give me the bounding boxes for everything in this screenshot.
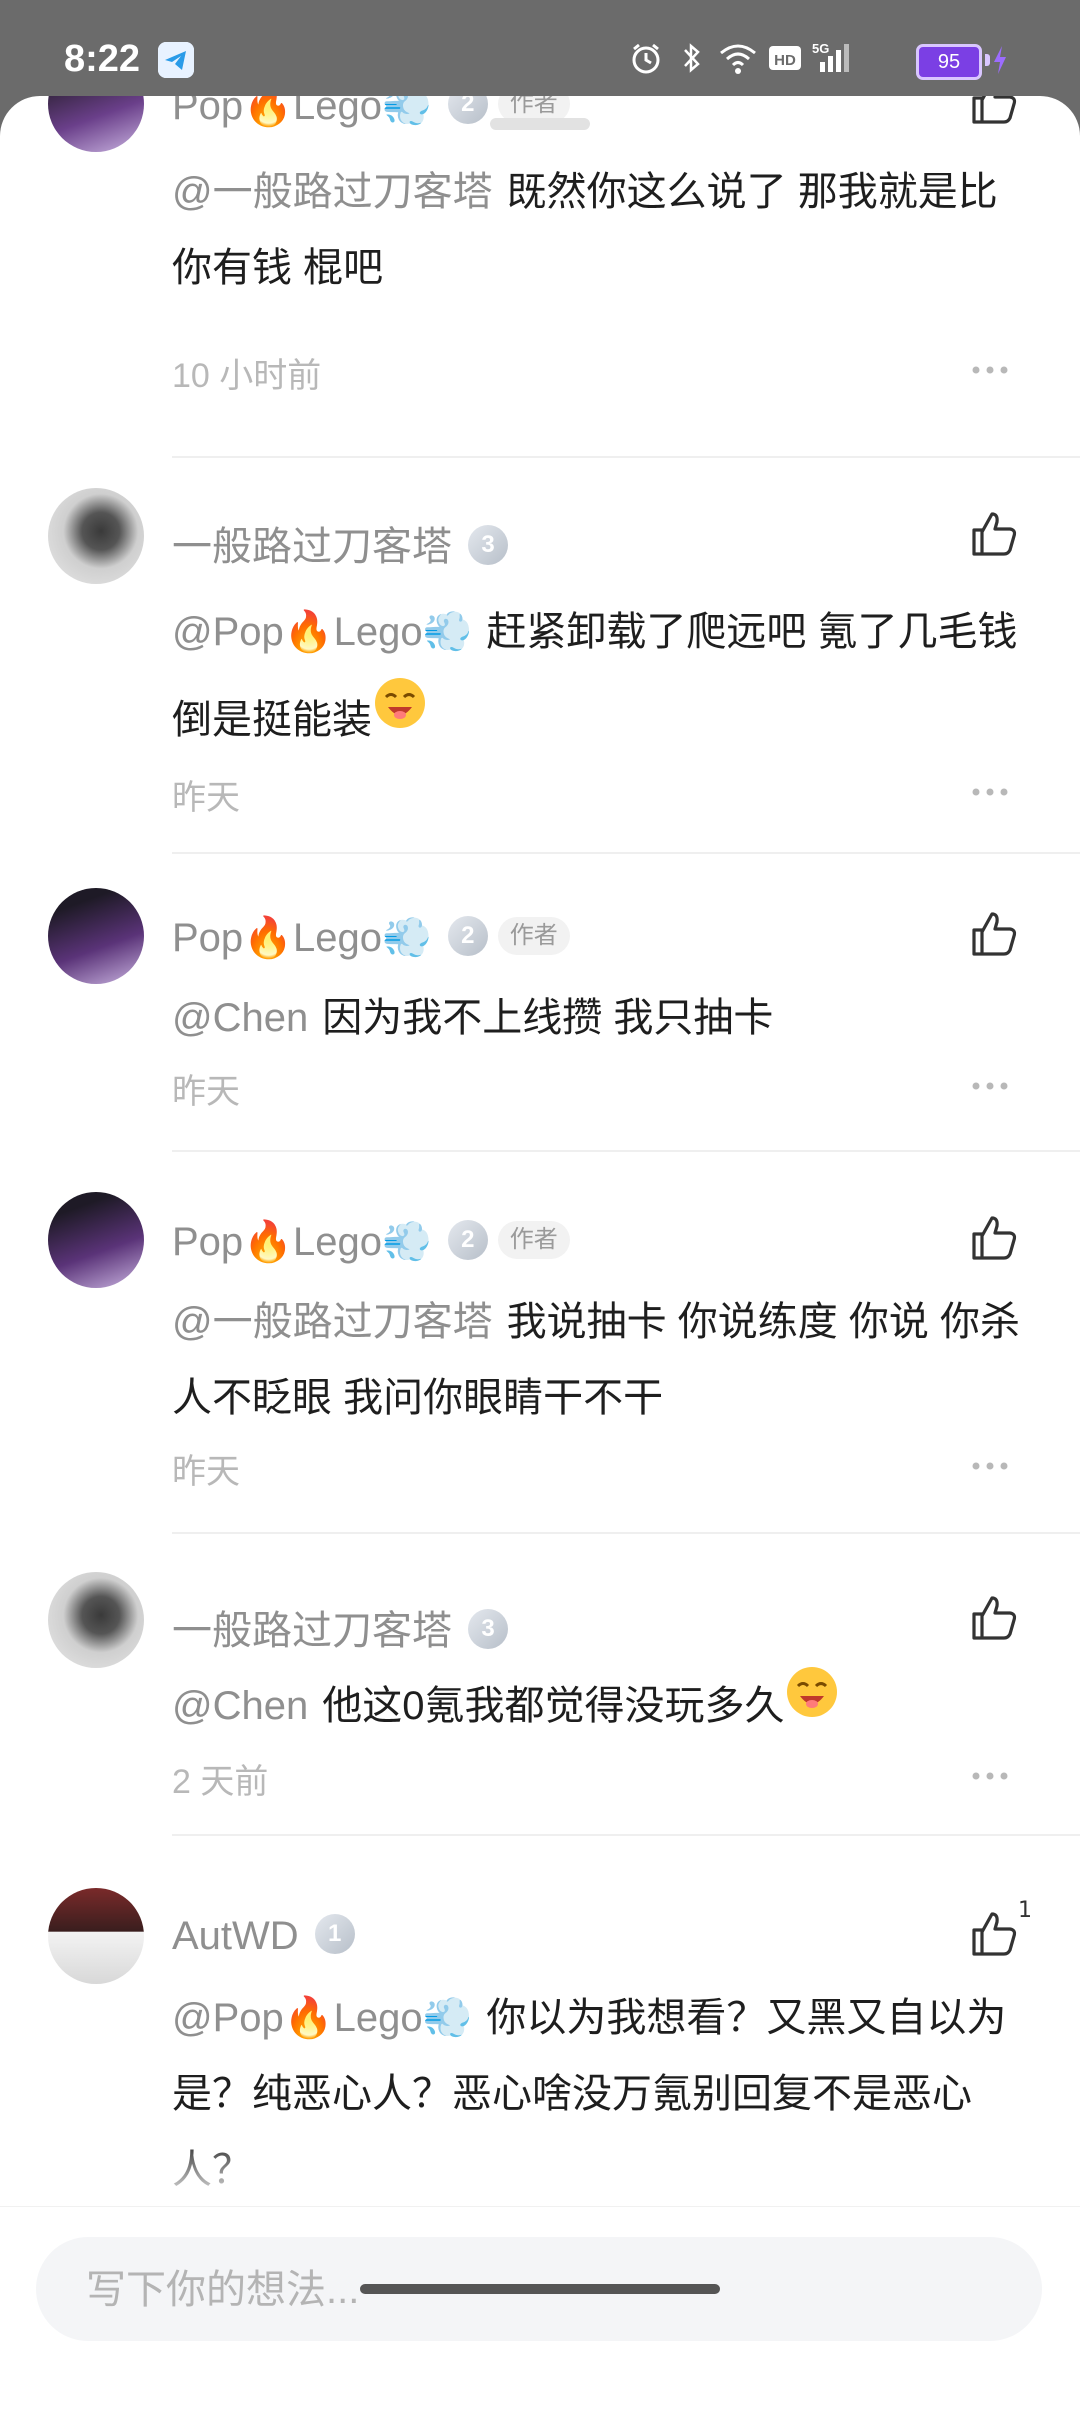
more-options-icon[interactable] [972, 788, 1008, 796]
username[interactable]: Pop🔥Lego💨 2 作者 [172, 914, 570, 961]
telegram-icon [158, 42, 194, 78]
battery-indicator: 95 [916, 44, 982, 80]
grinning-emoji-icon [784, 1664, 840, 1745]
battery-tip [985, 54, 990, 66]
more-options-icon[interactable] [972, 1082, 1008, 1090]
wifi-icon [720, 44, 756, 74]
level-badge: 2 [447, 916, 488, 957]
divider [172, 852, 1080, 854]
mention-link[interactable]: @一般路过刀客塔 [172, 170, 493, 214]
thumbs-up-icon[interactable] [968, 508, 1020, 560]
avatar[interactable] [48, 1192, 144, 1288]
author-tag: 作者 [497, 917, 570, 956]
thumbs-up-icon[interactable] [968, 1212, 1020, 1264]
thumbs-up-icon[interactable] [968, 96, 1020, 128]
level-badge: 1 [314, 1914, 355, 1955]
status-bar: 8:22 HD 5G 95 [0, 0, 1080, 98]
svg-text:HD: HD [774, 52, 796, 69]
avatar[interactable] [48, 1888, 144, 1984]
thumbs-up-icon[interactable] [968, 1592, 1020, 1644]
avatar[interactable] [48, 888, 144, 984]
divider [172, 1834, 1080, 1836]
comment-text: @Chen 因为我不上线攒 我只抽卡 [172, 996, 774, 1040]
comment-text: @一般路过刀客塔 我说抽卡 你说练度 你说 你杀人不眨眼 我问你眼睛干不干 [172, 1300, 1020, 1420]
hd-icon: HD [769, 46, 801, 70]
username[interactable]: Pop🔥Lego💨 2 作者 [172, 1218, 570, 1265]
status-time: 8:22 [64, 38, 141, 80]
divider [172, 1150, 1080, 1152]
comment-text: @一般路过刀客塔 既然你这么说了 那我就是比你有钱 棍吧 [172, 170, 998, 290]
home-indicator[interactable] [360, 2284, 720, 2294]
comment-time: 昨天 [172, 1073, 240, 1111]
grinning-emoji-icon [372, 674, 428, 762]
more-options-icon[interactable] [972, 366, 1008, 374]
like-count: 1 [1018, 1898, 1032, 1923]
sheet-grabber[interactable] [490, 118, 590, 130]
comment-sheet: Pop🔥Lego💨 2 作者 @一般路过刀客塔 既然你这么说了 那我就是比你有钱 棍吧… [0, 96, 1080, 2412]
avatar[interactable] [48, 488, 144, 584]
comment-time: 2 天前 [172, 1763, 269, 1801]
mention-link[interactable]: @Chen [172, 996, 308, 1040]
level-badge: 2 [447, 1220, 488, 1261]
author-tag: 作者 [497, 1221, 570, 1260]
comment-text: @Pop🔥Lego💨 赶紧卸载了爬远吧 氪了几毛钱倒是挺能装 [172, 588, 1030, 766]
level-badge: 3 [468, 525, 508, 566]
username[interactable]: 一般路过刀客塔 3 [172, 1598, 508, 1656]
thumbs-up-icon[interactable] [968, 1908, 1020, 1960]
avatar[interactable] [48, 96, 144, 152]
alarm-icon [632, 43, 660, 74]
status-icons: HD 5G 95 [628, 40, 1008, 80]
signal-5g-icon: 5G [812, 41, 849, 72]
comment-input-bar [0, 2206, 1080, 2412]
mention-link[interactable]: @Pop🔥Lego💨 [172, 1996, 472, 2040]
avatar[interactable] [48, 1572, 144, 1668]
comment-time: 10 小时前 [172, 357, 322, 395]
more-options-icon[interactable] [972, 1772, 1008, 1780]
level-badge: 3 [468, 1609, 508, 1650]
username[interactable]: AutWD 1 [172, 1914, 355, 1959]
mention-link[interactable]: @一般路过刀客塔 [172, 1300, 493, 1344]
more-options-icon[interactable] [972, 1462, 1008, 1470]
comment-time: 昨天 [172, 1453, 240, 1491]
thumbs-up-icon[interactable] [968, 908, 1020, 960]
charging-icon [994, 46, 1006, 74]
scroll-fade [0, 2136, 1080, 2206]
svg-text:5G: 5G [812, 41, 829, 56]
mention-link[interactable]: @Chen [172, 1684, 308, 1728]
comment-text: @Chen 他这0氪我都觉得没玩多久 [172, 1667, 1030, 1749]
level-badge: 2 [447, 96, 488, 125]
divider [172, 456, 1080, 458]
divider [172, 1532, 1080, 1534]
mention-link[interactable]: @Pop🔥Lego💨 [172, 610, 472, 654]
bluetooth-icon [684, 43, 700, 73]
comment-list[interactable]: Pop🔥Lego💨 2 作者 @一般路过刀客塔 既然你这么说了 那我就是比你有钱 棍吧… [0, 96, 1080, 2196]
username[interactable]: 一般路过刀客塔 3 [172, 514, 508, 572]
comment-time: 昨天 [172, 779, 240, 817]
